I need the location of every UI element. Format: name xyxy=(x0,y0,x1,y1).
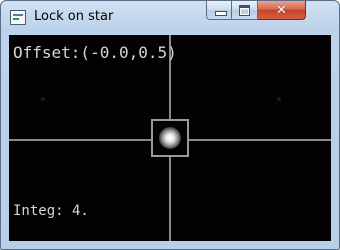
faint-star xyxy=(41,97,45,101)
caption-buttons: ✕ xyxy=(206,1,306,21)
maximize-icon xyxy=(239,5,250,16)
app-window-icon[interactable] xyxy=(10,10,26,25)
minimize-icon xyxy=(215,11,227,16)
app-icon-bar xyxy=(13,14,23,16)
title-bar[interactable]: Lock on star ✕ xyxy=(1,1,339,35)
locked-star xyxy=(159,127,181,149)
minimize-button[interactable] xyxy=(206,1,232,20)
maximize-button[interactable] xyxy=(232,1,258,20)
integration-readout: Integ: 4. xyxy=(13,203,89,219)
close-button[interactable]: ✕ xyxy=(258,1,306,20)
lock-box xyxy=(151,119,189,157)
offset-readout: Offset:(-0.0,0.5) xyxy=(13,43,177,62)
lock-on-star-window: Lock on star ✕ Offset:(-0.0,0.5) Integ: … xyxy=(0,0,340,250)
app-icon-accent xyxy=(13,18,19,20)
window-title: Lock on star xyxy=(34,9,114,24)
star-view[interactable]: Offset:(-0.0,0.5) Integ: 4. xyxy=(9,35,331,241)
close-icon: ✕ xyxy=(276,2,287,18)
faint-star xyxy=(277,97,281,101)
